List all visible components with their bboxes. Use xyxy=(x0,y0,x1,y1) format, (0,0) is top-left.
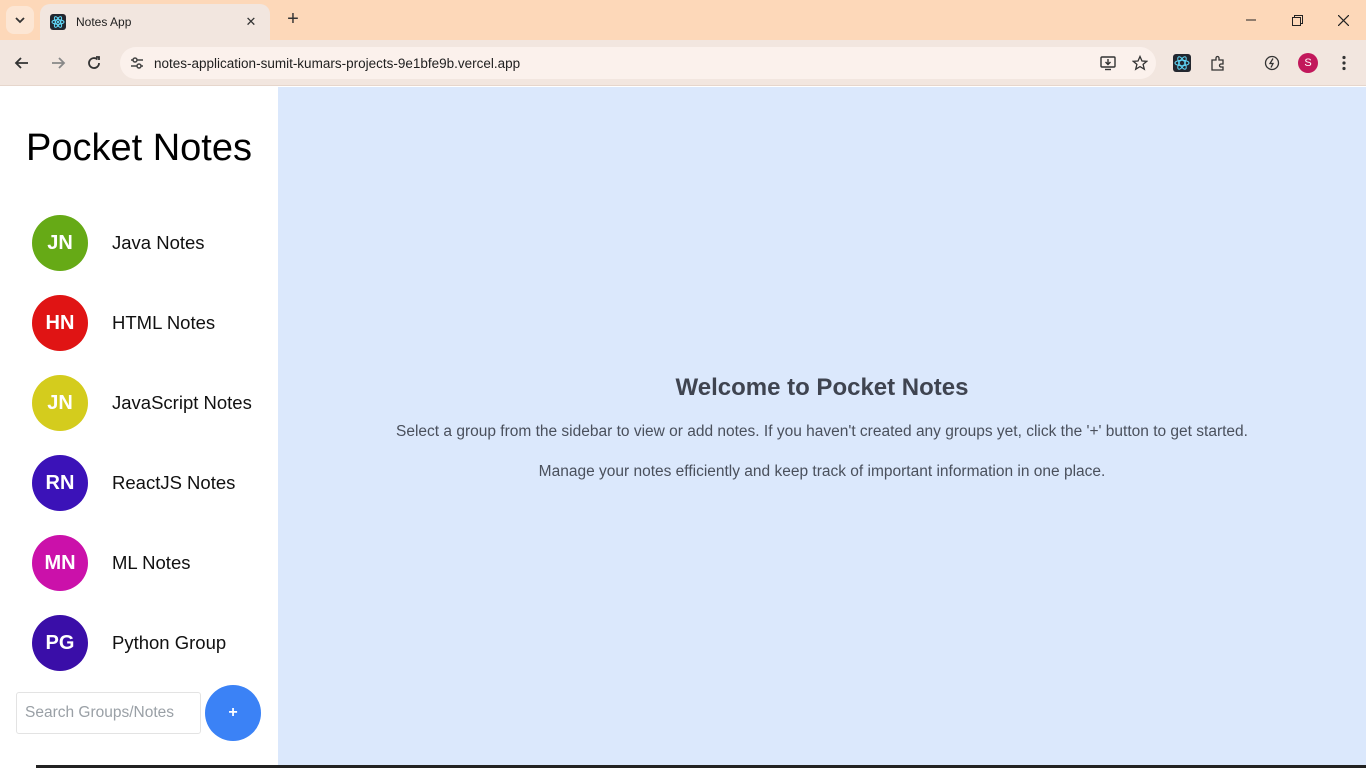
group-item-html-notes[interactable]: HN HTML Notes xyxy=(32,295,272,351)
minimize-icon[interactable] xyxy=(1228,0,1274,40)
welcome-subtext: Manage your notes efficiently and keep t… xyxy=(538,463,1106,480)
app-title: Pocket Notes xyxy=(26,127,252,169)
sidebar: Pocket Notes JN Java Notes HN HTML Notes… xyxy=(0,87,278,768)
group-name: JavaScript Notes xyxy=(112,392,252,413)
group-avatar: RN xyxy=(32,455,88,511)
group-avatar: JN xyxy=(32,215,88,271)
welcome-description: Select a group from the sidebar to view … xyxy=(396,423,1248,440)
tab-search-icon[interactable] xyxy=(6,6,34,34)
extensions-icon[interactable] xyxy=(1204,49,1232,77)
url-text: notes-application-sumit-kumars-projects-… xyxy=(154,55,521,71)
group-name: Python Group xyxy=(112,632,227,653)
menu-icon[interactable] xyxy=(1330,49,1358,77)
install-app-icon[interactable] xyxy=(1092,49,1124,77)
add-group-button[interactable]: + xyxy=(205,685,261,741)
bookmark-star-icon[interactable] xyxy=(1124,49,1156,77)
performance-icon[interactable] xyxy=(1258,49,1286,77)
browser-tab[interactable]: Notes App ✕ xyxy=(40,4,270,40)
forward-icon[interactable] xyxy=(44,49,72,77)
group-avatar: MN xyxy=(32,535,88,591)
group-avatar: HN xyxy=(32,295,88,351)
welcome-heading: Welcome to Pocket Notes xyxy=(675,374,969,401)
restore-icon[interactable] xyxy=(1274,0,1320,40)
site-info-icon[interactable] xyxy=(120,56,154,70)
browser-toolbar: notes-application-sumit-kumars-projects-… xyxy=(0,40,1366,113)
group-avatar: PG xyxy=(32,615,88,671)
group-item-javascript-notes[interactable]: JN JavaScript Notes xyxy=(32,375,272,431)
group-name: ML Notes xyxy=(112,552,191,573)
search-input[interactable] xyxy=(16,692,201,734)
reload-icon[interactable] xyxy=(80,49,108,77)
group-item-ml-notes[interactable]: MN ML Notes xyxy=(32,535,272,591)
group-item-python-group[interactable]: PG Python Group xyxy=(32,615,272,671)
group-name: HTML Notes xyxy=(112,312,216,333)
group-avatar: JN xyxy=(32,375,88,431)
new-tab-icon[interactable]: + xyxy=(282,8,304,32)
close-icon[interactable]: ✕ xyxy=(242,14,260,30)
tab-title: Notes App xyxy=(76,15,132,29)
react-devtools-icon[interactable] xyxy=(1168,49,1196,77)
profile-avatar[interactable]: S xyxy=(1298,53,1318,73)
back-icon[interactable] xyxy=(8,49,36,77)
main-content: Welcome to Pocket Notes Select a group f… xyxy=(278,87,1366,768)
group-item-java-notes[interactable]: JN Java Notes xyxy=(32,215,272,271)
group-item-reactjs-notes[interactable]: RN ReactJS Notes xyxy=(32,455,272,511)
group-name: ReactJS Notes xyxy=(112,472,236,493)
address-bar[interactable]: notes-application-sumit-kumars-projects-… xyxy=(120,47,1156,79)
react-favicon-icon xyxy=(50,14,66,30)
close-window-icon[interactable] xyxy=(1320,0,1366,40)
browser-tabstrip: Notes App ✕ + xyxy=(0,0,1366,40)
group-name: Java Notes xyxy=(112,232,205,253)
